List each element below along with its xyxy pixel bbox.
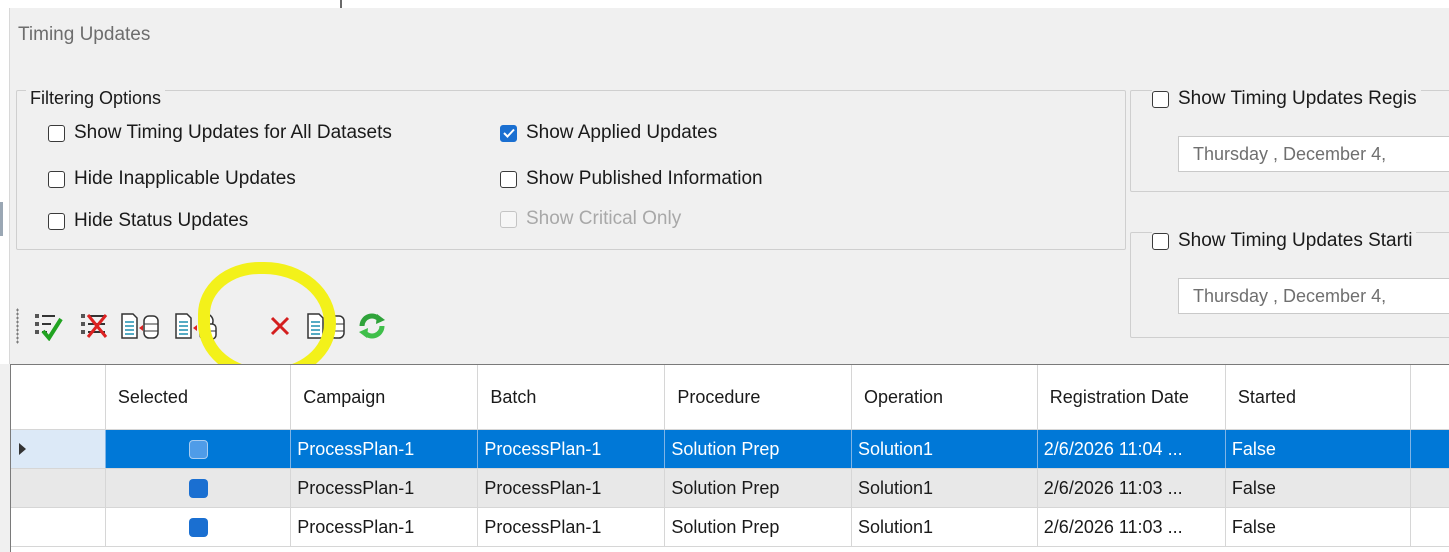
- checkbox-show-critical: Show Critical Only: [500, 208, 681, 230]
- cell-registration-date[interactable]: 2/6/2026 11:03 ...: [1037, 468, 1226, 508]
- left-edge: [0, 8, 10, 364]
- column-header-started[interactable]: Started: [1225, 365, 1411, 430]
- checkbox-box-checked[interactable]: [500, 124, 517, 142]
- refresh-icon: [359, 313, 385, 339]
- checkbox-checked-icon[interactable]: [188, 440, 208, 460]
- checkbox-show-all-datasets[interactable]: Show Timing Updates for All Datasets: [48, 122, 392, 144]
- panel-title: Timing Updates: [18, 24, 151, 45]
- checkbox-label: Show Published Information: [526, 168, 763, 189]
- cell-selected[interactable]: [105, 468, 292, 508]
- cell-registration-date[interactable]: 2/6/2026 11:04 ...: [1037, 429, 1226, 469]
- cell-batch[interactable]: ProcessPlan-1: [477, 468, 666, 508]
- cell-started[interactable]: False: [1225, 468, 1411, 508]
- save-to-database-button[interactable]: [303, 304, 349, 348]
- grid-header-row: Selected Campaign Batch Procedure Operat…: [11, 365, 1449, 430]
- load-scheduled-button[interactable]: [163, 304, 257, 348]
- cell-started[interactable]: False: [1225, 429, 1411, 469]
- column-header-overflow: [1410, 365, 1449, 430]
- grid-table: Selected Campaign Batch Procedure Operat…: [11, 365, 1449, 547]
- cell-procedure[interactable]: Solution Prep: [664, 468, 852, 508]
- row-header[interactable]: [11, 429, 106, 469]
- cell-selected[interactable]: [105, 507, 292, 547]
- load-scheduled-icon: [175, 313, 217, 340]
- filtering-options-legend: Filtering Options: [26, 88, 166, 109]
- checkbox-hide-status[interactable]: Hide Status Updates: [48, 210, 248, 232]
- cell-selected[interactable]: [105, 429, 292, 469]
- registered-date-picker[interactable]: Thursday , December 4,: [1178, 136, 1449, 172]
- checkbox-label: Hide Status Updates: [74, 210, 249, 231]
- cell-operation[interactable]: Solution1: [851, 429, 1038, 469]
- table-row[interactable]: ProcessPlan-1 ProcessPlan-1 Solution Pre…: [11, 429, 1449, 469]
- column-header-procedure[interactable]: Procedure: [664, 365, 852, 430]
- table-row[interactable]: ProcessPlan-1 ProcessPlan-1 Solution Pre…: [11, 468, 1449, 508]
- splitter-tick: [340, 0, 342, 8]
- checkbox-label: Hide Inapplicable Updates: [74, 168, 296, 189]
- deselect-all-button[interactable]: [71, 304, 117, 348]
- cell-operation[interactable]: Solution1: [851, 507, 1038, 547]
- checkbox-label: Show Critical Only: [526, 208, 682, 229]
- checkbox-label: Show Applied Updates: [526, 122, 718, 143]
- column-header-batch[interactable]: Batch: [477, 365, 666, 430]
- checkbox-box[interactable]: [1152, 232, 1169, 250]
- checkbox-label: Show Timing Updates for All Datasets: [74, 122, 392, 143]
- current-row-icon: [19, 442, 26, 455]
- cell-operation[interactable]: Solution1: [851, 468, 1038, 508]
- checkbox-show-registered[interactable]: Show Timing Updates Regis: [1152, 88, 1421, 110]
- column-header-selected[interactable]: Selected: [105, 365, 292, 430]
- cell-overflow: [1410, 429, 1449, 469]
- checkbox-hide-inapplicable[interactable]: Hide Inapplicable Updates: [48, 168, 296, 190]
- left-edge-mark: [0, 202, 3, 236]
- row-header[interactable]: [11, 507, 106, 547]
- cell-campaign[interactable]: ProcessPlan-1: [290, 507, 479, 547]
- timing-updates-grid[interactable]: Selected Campaign Batch Procedure Operat…: [10, 364, 1449, 552]
- select-all-icon: [35, 314, 63, 341]
- checkbox-box[interactable]: [48, 212, 65, 230]
- cell-campaign[interactable]: ProcessPlan-1: [290, 429, 479, 469]
- checkbox-show-published[interactable]: Show Published Information: [500, 168, 763, 190]
- cell-overflow: [1410, 468, 1449, 508]
- checkbox-label: Show Timing Updates Regis: [1178, 88, 1417, 109]
- delete-icon: [270, 316, 290, 336]
- checkbox-checked-icon[interactable]: [188, 518, 208, 538]
- checkbox-label: Show Timing Updates Starti: [1178, 230, 1413, 251]
- checkbox-box[interactable]: [48, 124, 65, 142]
- toolbar-grip[interactable]: [16, 308, 19, 344]
- cell-batch[interactable]: ProcessPlan-1: [477, 429, 666, 469]
- row-header[interactable]: [11, 468, 106, 508]
- cell-campaign[interactable]: ProcessPlan-1: [290, 468, 479, 508]
- row-header-corner: [11, 365, 106, 430]
- checkbox-show-applied[interactable]: Show Applied Updates: [500, 122, 717, 144]
- checkbox-checked-icon[interactable]: [188, 479, 208, 499]
- column-header-registration-date[interactable]: Registration Date: [1037, 365, 1226, 430]
- save-to-database-icon: [307, 313, 345, 339]
- checkbox-box[interactable]: [1152, 90, 1169, 108]
- table-row[interactable]: ProcessPlan-1 ProcessPlan-1 Solution Pre…: [11, 507, 1449, 547]
- checkbox-box[interactable]: [48, 170, 65, 188]
- checkmark-icon: [502, 128, 515, 138]
- load-from-database-button[interactable]: [117, 304, 163, 348]
- cell-procedure[interactable]: Solution Prep: [664, 429, 852, 469]
- load-from-database-icon: [121, 313, 159, 339]
- cell-started[interactable]: False: [1225, 507, 1411, 547]
- starting-date-picker[interactable]: Thursday , December 4,: [1178, 278, 1449, 314]
- checkbox-box-disabled: [500, 210, 517, 228]
- column-header-campaign[interactable]: Campaign: [290, 365, 479, 430]
- toolbar: [10, 298, 395, 354]
- cell-registration-date[interactable]: 2/6/2026 11:03 ...: [1037, 507, 1226, 547]
- cell-batch[interactable]: ProcessPlan-1: [477, 507, 666, 547]
- checkbox-show-starting[interactable]: Show Timing Updates Starti: [1152, 230, 1417, 252]
- cell-overflow: [1410, 507, 1449, 547]
- select-all-button[interactable]: [25, 304, 71, 348]
- deselect-all-icon: [81, 314, 108, 338]
- checkbox-box[interactable]: [500, 170, 517, 188]
- cell-procedure[interactable]: Solution Prep: [664, 507, 852, 547]
- delete-button[interactable]: [257, 304, 303, 348]
- refresh-button[interactable]: [349, 304, 395, 348]
- top-strip: [0, 0, 1449, 8]
- column-header-operation[interactable]: Operation: [851, 365, 1038, 430]
